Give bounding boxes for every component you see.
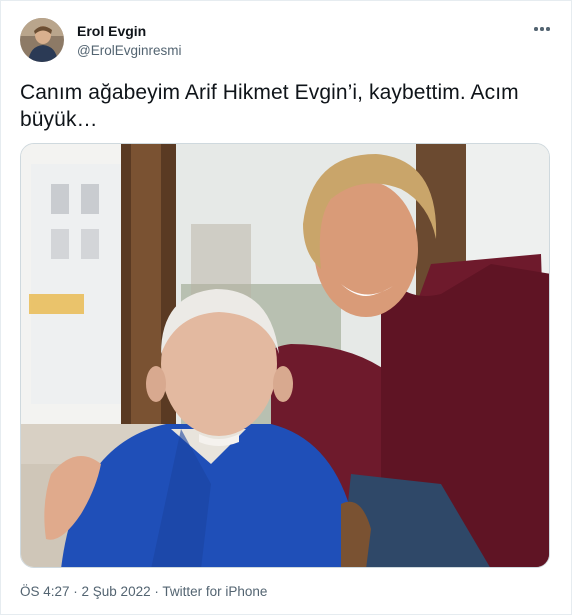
tweet-card: Erol Evgin @ErolEvginresmi Canım ağabeyi… [0,0,572,615]
author-name[interactable]: Erol Evgin [77,23,146,39]
tweet-time[interactable]: ÖS 4:27 [20,584,70,599]
tweet-text: Canım ağabeyim Arif Hikmet Evgin’i, kayb… [20,81,519,131]
meta-separator: · [150,584,163,599]
dot [534,27,538,31]
tweet-date[interactable]: 2 Şub 2022 [82,584,151,599]
author-handle[interactable]: @ErolEvginresmi [77,43,181,58]
meta-separator: · [69,584,82,599]
more-dots-icon[interactable] [531,21,553,37]
tweet-source[interactable]: Twitter for iPhone [162,584,267,599]
author-avatar[interactable] [20,18,64,62]
tweet-photo[interactable] [20,143,550,568]
tweet-meta: ÖS 4:27 · 2 Şub 2022 · Twitter for iPhon… [20,584,267,599]
dot [540,27,544,31]
dot [546,27,550,31]
